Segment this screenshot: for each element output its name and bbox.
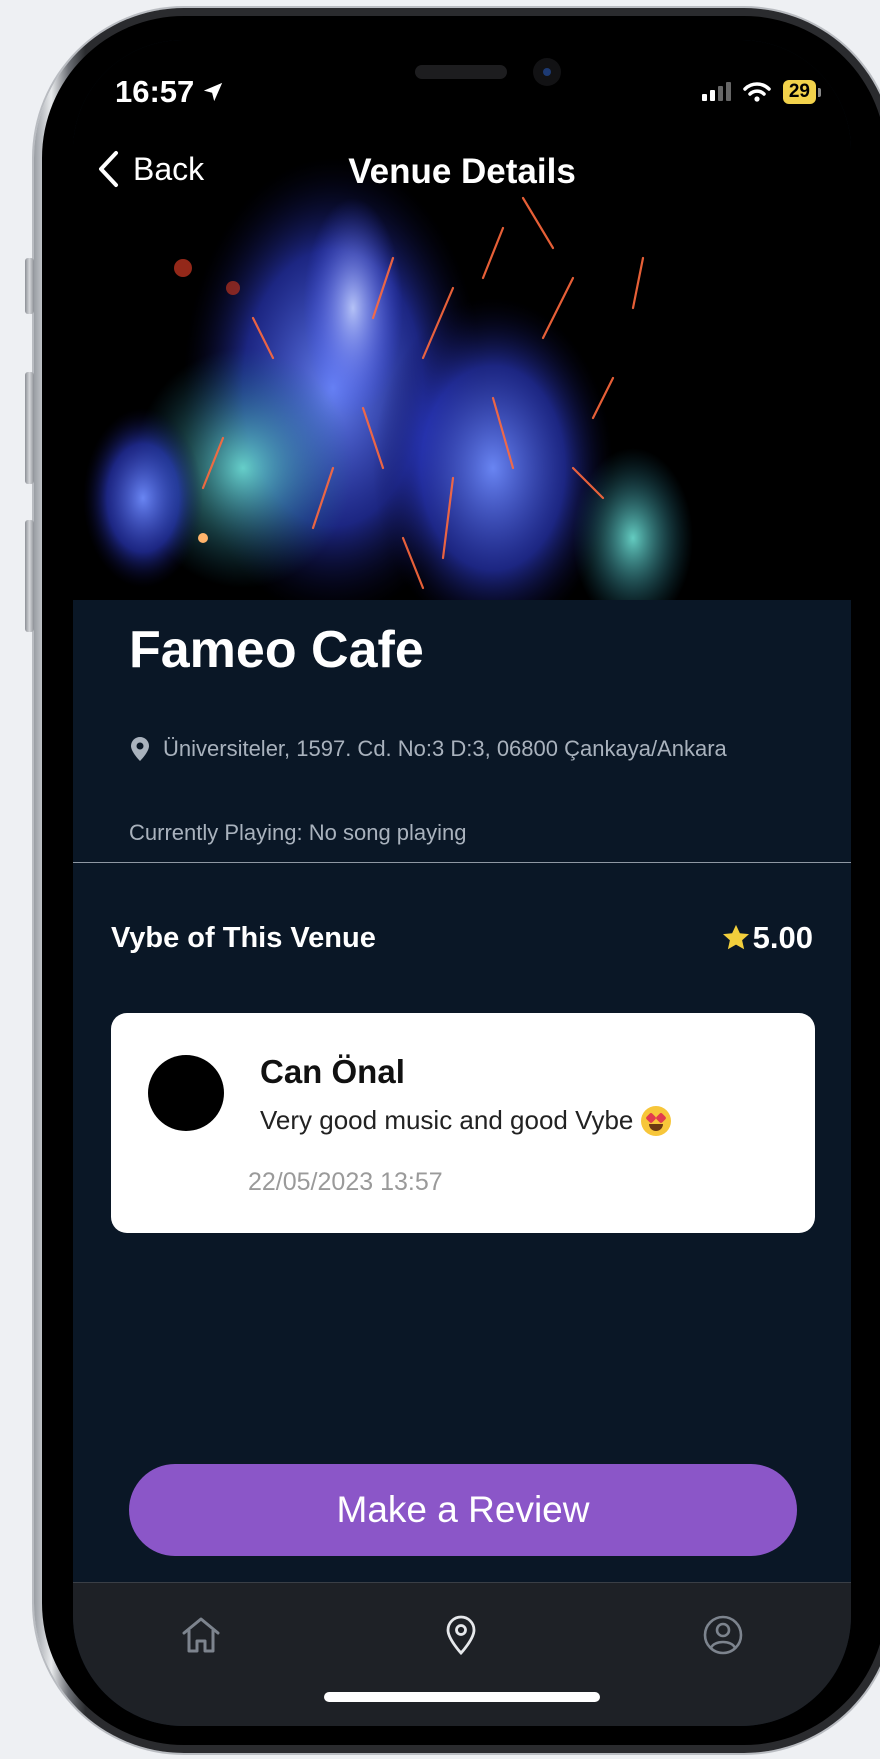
home-indicator[interactable] bbox=[324, 1692, 600, 1702]
venue-rating: 5.00 bbox=[721, 920, 813, 956]
status-time: 16:57 bbox=[115, 74, 224, 110]
heart-eyes-emoji-icon bbox=[641, 1105, 672, 1136]
status-bar: 16:57 29 bbox=[73, 40, 851, 138]
battery-level: 29 bbox=[782, 80, 816, 104]
vybe-title: Vybe of This Venue bbox=[111, 921, 376, 954]
map-pin-icon bbox=[131, 737, 149, 761]
volume-down-button bbox=[25, 520, 34, 632]
volume-up-button bbox=[25, 372, 34, 484]
home-icon[interactable] bbox=[179, 1613, 223, 1657]
avatar bbox=[148, 1055, 224, 1131]
review-text-body: Very good music and good Vybe bbox=[260, 1105, 634, 1135]
section-divider bbox=[73, 862, 851, 863]
tab-bar bbox=[73, 1582, 851, 1726]
mute-switch bbox=[25, 258, 34, 314]
vybe-header: Vybe of This Venue 5.00 bbox=[111, 920, 813, 956]
status-time-text: 16:57 bbox=[115, 74, 195, 109]
make-review-button[interactable]: Make a Review bbox=[129, 1464, 797, 1556]
battery-icon: 29 bbox=[782, 80, 821, 104]
front-camera bbox=[533, 58, 561, 86]
nav-bar: Back Venue Details bbox=[73, 138, 851, 218]
review-date: 22/05/2023 13:57 bbox=[248, 1168, 443, 1196]
reviewer-name: Can Önal bbox=[260, 1053, 405, 1090]
currently-playing: Currently Playing: No song playing bbox=[129, 820, 467, 845]
star-icon bbox=[722, 924, 749, 950]
earpiece-speaker bbox=[415, 65, 507, 79]
rating-value: 5.00 bbox=[752, 920, 813, 955]
cellular-signal-icon bbox=[701, 82, 731, 101]
profile-icon[interactable] bbox=[701, 1613, 745, 1657]
map-pin-icon[interactable] bbox=[439, 1613, 483, 1657]
venue-name: Fameo Cafe bbox=[129, 621, 424, 679]
review-text: Very good music and good Vybe bbox=[260, 1105, 672, 1136]
location-arrow-icon bbox=[204, 82, 223, 102]
review-card[interactable]: Can Önal Very good music and good Vybe 2… bbox=[111, 1013, 815, 1233]
wifi-icon bbox=[743, 82, 771, 102]
app-screen: 16:57 29 Back Venue Details Fameo Cafe Ü… bbox=[73, 40, 851, 1726]
page-title: Venue Details bbox=[348, 152, 576, 191]
venue-address-text: Üniversiteler, 1597. Cd. No:3 D:3, 06800… bbox=[163, 736, 727, 761]
status-icons: 29 bbox=[701, 80, 821, 104]
venue-address[interactable]: Üniversiteler, 1597. Cd. No:3 D:3, 06800… bbox=[131, 736, 727, 762]
